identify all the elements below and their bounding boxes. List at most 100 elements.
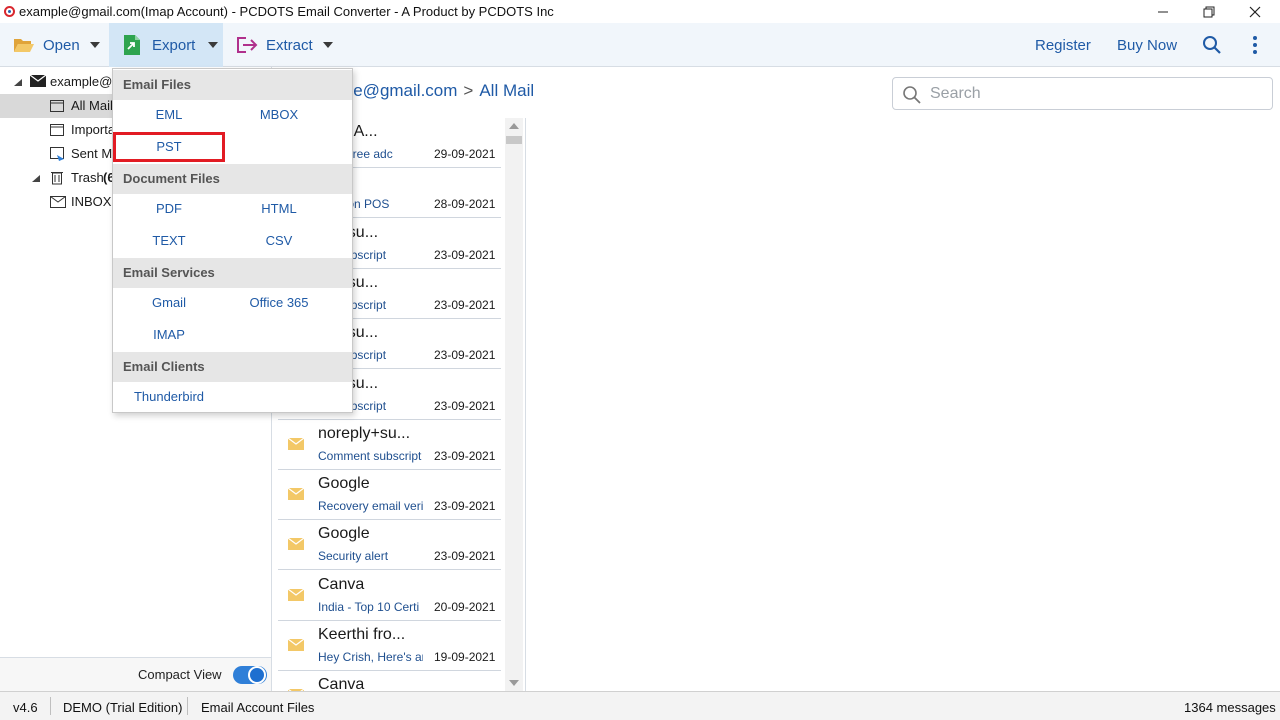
folder-icon: [50, 100, 64, 112]
menu-item-eml[interactable]: EML: [113, 100, 225, 130]
export-file-icon: [124, 35, 140, 55]
mail-sender: Canva: [318, 676, 365, 691]
mail-date: 23-09-2021: [434, 298, 496, 312]
chevron-down-icon: [208, 42, 219, 48]
breadcrumb-account[interactable]: ple@gmail.com: [340, 81, 457, 100]
mail-date: 23-09-2021: [434, 348, 496, 362]
mail-sender: Google: [318, 475, 370, 492]
title-bar: example@gmail.com(Imap Account) - PCDOTS…: [0, 0, 1280, 23]
extract-icon: [237, 37, 258, 53]
menu-item-thunderbird[interactable]: Thunderbird: [113, 382, 225, 412]
mail-sender: Keerthi fro...: [318, 626, 406, 643]
menu-item-text[interactable]: TEXT: [113, 226, 225, 256]
mail-date: 23-09-2021: [434, 399, 496, 413]
export-label: Export: [152, 36, 196, 54]
search-input[interactable]: [930, 83, 1260, 105]
scroll-thumb[interactable]: [506, 136, 522, 144]
mail-date: 23-09-2021: [434, 499, 496, 513]
trash-icon: [51, 172, 63, 185]
envelope-icon: [288, 488, 304, 500]
mail-date: 23-09-2021: [434, 449, 496, 463]
menu-section-email-files: Email Files: [113, 70, 352, 100]
menu-item-imap[interactable]: IMAP: [113, 320, 225, 350]
restore-button[interactable]: [1186, 0, 1232, 23]
buy-now-button[interactable]: Buy Now: [1117, 23, 1177, 67]
restore-icon: [1203, 6, 1215, 17]
export-button[interactable]: Export: [109, 23, 223, 67]
search-box[interactable]: [892, 77, 1273, 110]
breadcrumb-separator: >: [463, 81, 474, 100]
search-button[interactable]: [1202, 23, 1222, 67]
folder-open-icon: [14, 39, 34, 52]
folder-icon: [50, 124, 64, 136]
kebab-menu-icon: [1253, 36, 1257, 54]
app-logo-icon: [4, 6, 15, 17]
status-bar: v4.6 DEMO (Trial Edition) Email Account …: [0, 691, 1280, 720]
mail-list-item[interactable]: Google Security alert 23-09-2021: [278, 520, 501, 570]
compact-view-bar: Compact View: [0, 657, 271, 691]
status-divider: [50, 697, 51, 715]
expand-toggle-icon[interactable]: [14, 79, 22, 86]
mail-list-item[interactable]: Canva India - Top 10 Certi 20-09-2021: [278, 571, 501, 621]
menu-item-pdf[interactable]: PDF: [113, 194, 225, 224]
export-dropdown-menu: Email Files EML MBOX PST Document Files …: [112, 68, 353, 413]
expand-toggle-icon[interactable]: [32, 175, 40, 182]
envelope-icon: [288, 639, 304, 651]
tree-account-label: example@: [50, 74, 113, 89]
scroll-up-icon[interactable]: [509, 123, 519, 129]
extract-label: Extract: [266, 36, 313, 54]
mail-list-item[interactable]: Canva: [278, 671, 501, 691]
status-divider: [187, 697, 188, 715]
tree-item-label: Importa: [71, 122, 116, 137]
toggle-knob: [248, 666, 266, 684]
menu-section-email-services: Email Services: [113, 258, 352, 288]
register-button[interactable]: Register: [1035, 23, 1091, 67]
breadcrumb-folder[interactable]: All Mail: [479, 81, 534, 100]
more-options-button[interactable]: [1252, 23, 1258, 67]
menu-item-pst[interactable]: PST: [113, 132, 225, 162]
toolbar: Open Export Extract Register Buy Now: [0, 23, 1280, 67]
mail-date: 23-09-2021: [434, 549, 496, 563]
compact-view-toggle[interactable]: [233, 666, 267, 684]
scroll-down-icon[interactable]: [509, 680, 519, 686]
menu-item-mbox[interactable]: MBOX: [223, 100, 335, 130]
mail-list-item[interactable]: noreply+su... Comment subscript 23-09-2021: [278, 420, 501, 470]
menu-item-office365[interactable]: Office 365: [223, 288, 335, 318]
open-button[interactable]: Open: [13, 23, 100, 67]
minimize-button[interactable]: [1140, 0, 1186, 23]
mail-snippet: Security alert: [318, 549, 389, 563]
minimize-icon: [1158, 11, 1168, 12]
mail-list-scrollbar[interactable]: [505, 118, 523, 691]
pane-divider[interactable]: [525, 118, 526, 691]
close-icon: [1249, 6, 1261, 17]
mail-snippet: Hey Crish, Here's ar: [318, 650, 423, 664]
chevron-down-icon: [322, 42, 333, 48]
mail-date: 23-09-2021: [434, 248, 496, 262]
mail-sender: noreply+su...: [318, 425, 411, 442]
open-label: Open: [43, 36, 80, 54]
message-count: 1364 messages: [1184, 700, 1276, 715]
chevron-down-icon: [89, 42, 100, 48]
sent-folder-icon: [50, 147, 64, 161]
version-label: v4.6: [13, 700, 38, 715]
extract-button[interactable]: Extract: [236, 23, 333, 67]
breadcrumb: ple@gmail.com > All Mail: [340, 81, 534, 101]
compact-view-label: Compact View: [138, 667, 222, 682]
mail-snippet: India - Top 10 Certi: [318, 600, 420, 614]
mail-date: 20-09-2021: [434, 600, 496, 614]
search-icon: [903, 86, 921, 104]
menu-item-gmail[interactable]: Gmail: [113, 288, 225, 318]
mail-sender: Google: [318, 525, 370, 542]
envelope-icon: [288, 438, 304, 450]
menu-item-csv[interactable]: CSV: [223, 226, 335, 256]
mail-snippet: Recovery email veri: [318, 499, 423, 513]
mail-sender: Canva: [318, 576, 365, 593]
menu-section-email-clients: Email Clients: [113, 352, 352, 382]
mail-list-item[interactable]: Keerthi fro... Hey Crish, Here's ar 19-09-…: [278, 621, 501, 671]
menu-item-html[interactable]: HTML: [223, 194, 335, 224]
mail-snippet: Comment subscript: [318, 449, 422, 463]
mode-label: Email Account Files: [201, 700, 315, 715]
close-button[interactable]: [1232, 0, 1278, 23]
mail-list-item[interactable]: Google Recovery email veri 23-09-2021: [278, 470, 501, 520]
envelope-filled-icon: [30, 75, 46, 87]
